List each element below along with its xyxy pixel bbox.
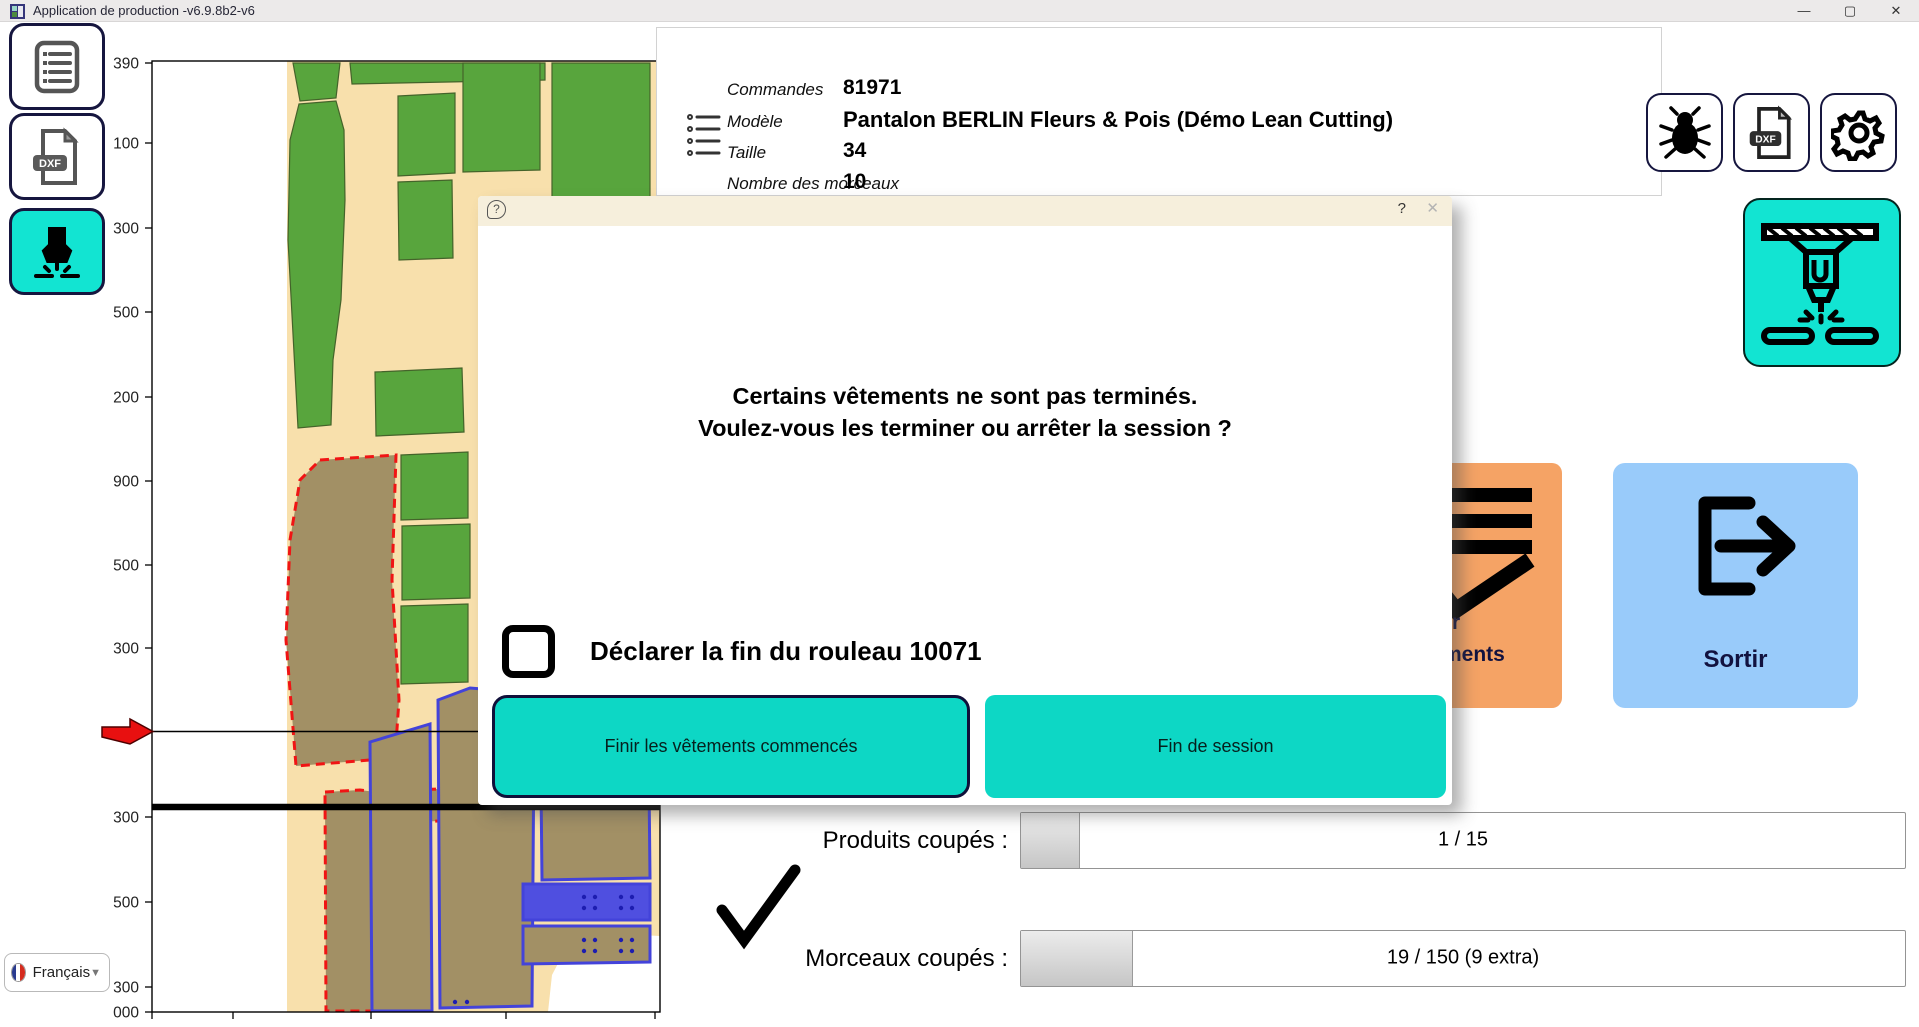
sidebar-dxf-button[interactable]: DXF: [9, 113, 105, 200]
title-bar: Application de production -v6.9.8b2-v6 —…: [0, 0, 1919, 22]
orange-button-text-fragment-1: r: [1452, 611, 1460, 635]
language-label: Français: [33, 964, 91, 981]
language-selector[interactable]: Français ▼: [4, 953, 110, 992]
svg-text:500: 500: [113, 305, 139, 322]
label-taille: Taille: [727, 143, 766, 163]
logout-icon: [1691, 493, 1801, 603]
pieces-cut-value: 19 / 150 (9 extra): [1021, 946, 1905, 969]
sidebar-cutting-button[interactable]: [9, 208, 105, 295]
dialog-title: Certains vêtements ne sont pas terminés.…: [478, 380, 1452, 444]
pieces-cut-label: Morceaux coupés :: [648, 945, 1008, 973]
svg-text:DXF: DXF: [39, 158, 61, 170]
close-button[interactable]: ✕: [1873, 0, 1919, 22]
value-taille: 34: [843, 139, 866, 163]
dialog-title-line-1: Certains vêtements ne sont pas terminés.: [478, 380, 1452, 412]
dialog-header: ? ? ✕: [478, 196, 1452, 226]
maximize-button[interactable]: ▢: [1827, 0, 1873, 22]
bug-icon: [1658, 106, 1712, 160]
svg-text:100: 100: [113, 136, 139, 153]
products-cut-progressbar: 1 / 15: [1020, 812, 1906, 869]
value-modele: Pantalon BERLIN Fleurs & Pois (Démo Lean…: [843, 107, 1393, 133]
svg-text:300: 300: [113, 221, 139, 238]
svg-text:900: 900: [113, 474, 139, 491]
cutter-icon: [28, 223, 86, 281]
chevron-down-icon[interactable]: ▼: [90, 967, 103, 979]
products-cut-label: Produits coupés :: [648, 827, 1008, 855]
details-list-icon: [687, 112, 721, 158]
window-title: Application de production -v6.9.8b2-v6: [33, 3, 255, 18]
orange-button-text-fragment-2: ments: [1443, 643, 1505, 667]
minimize-button[interactable]: —: [1781, 0, 1827, 22]
pieces-cut-progressbar: 19 / 150 (9 extra): [1020, 930, 1906, 987]
cutting-machine-icon: [1756, 212, 1888, 354]
dialog-close-icon[interactable]: ✕: [1426, 199, 1439, 217]
value-commandes: 81971: [843, 76, 901, 100]
dxf-file-icon: DXF: [1746, 105, 1798, 161]
label-commandes: Commandes: [727, 80, 823, 100]
label-nombre-morceaux: Nombre des morceaux: [727, 174, 899, 194]
label-modele: Modèle: [727, 112, 783, 132]
exit-button-label: Sortir: [1613, 646, 1858, 674]
cut-done-check-icon: [706, 858, 806, 953]
svg-text:000: 000: [113, 1005, 139, 1022]
sidebar-orders-button[interactable]: [9, 23, 105, 110]
svg-text:300: 300: [113, 810, 139, 827]
svg-text:390: 390: [113, 56, 139, 73]
svg-text:200: 200: [113, 390, 139, 407]
order-list-icon: [29, 39, 85, 95]
value-nombre-morceaux: 10: [843, 170, 866, 194]
declare-roll-end-checkbox[interactable]: [502, 625, 555, 678]
app-icon: [10, 4, 25, 19]
svg-text:500: 500: [113, 895, 139, 912]
settings-button[interactable]: [1820, 93, 1897, 172]
dxf-file-icon: DXF: [29, 127, 85, 187]
help-bubble-icon: ?: [487, 200, 506, 219]
dxf-export-button[interactable]: DXF: [1733, 93, 1810, 172]
svg-text:DXF: DXF: [1755, 134, 1775, 145]
svg-text:300: 300: [113, 641, 139, 658]
debug-button[interactable]: [1646, 93, 1723, 172]
dialog-title-line-2: Voulez-vous les terminer ou arrêter la s…: [478, 412, 1452, 444]
products-cut-value: 1 / 15: [1021, 828, 1905, 851]
svg-text:300: 300: [113, 980, 139, 997]
svg-text:500: 500: [113, 558, 139, 575]
exit-button[interactable]: Sortir: [1613, 463, 1858, 708]
declare-roll-end-label: Déclarer la fin du rouleau 10071: [590, 636, 982, 667]
gear-icon: [1831, 105, 1887, 161]
french-flag-icon: [11, 963, 26, 982]
finish-started-garments-button[interactable]: Finir les vêtements commencés: [492, 695, 970, 798]
dialog-help-button[interactable]: ?: [1398, 200, 1406, 217]
end-session-button[interactable]: Fin de session: [985, 695, 1446, 798]
cutting-machine-button[interactable]: [1743, 198, 1901, 367]
unfinished-garments-dialog: ? ? ✕ Certains vêtements ne sont pas ter…: [478, 196, 1452, 805]
